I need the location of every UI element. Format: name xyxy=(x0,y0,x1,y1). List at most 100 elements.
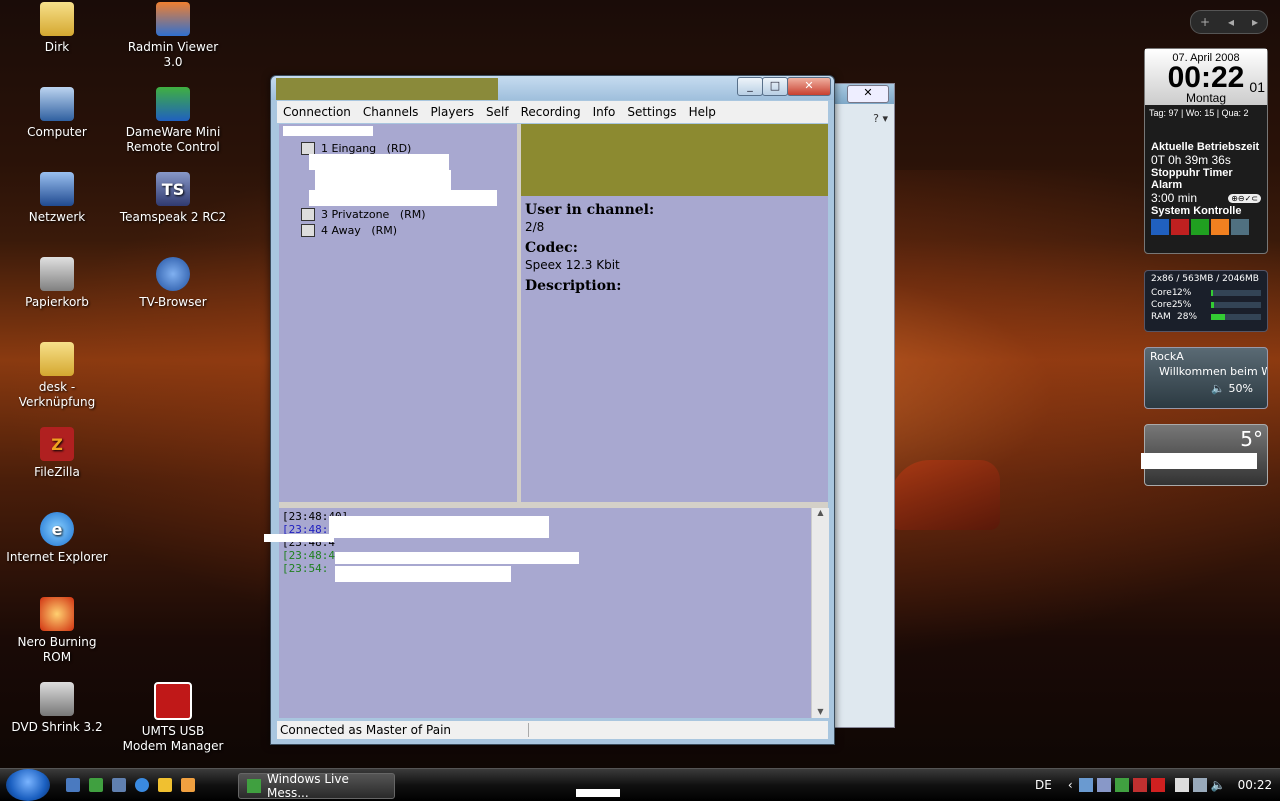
tv-browser-icon xyxy=(156,257,190,291)
desktop-icon-desk[interactable]: desk - Verknüpfung xyxy=(2,342,112,410)
desktop-icon-teamspeak[interactable]: TS Teamspeak 2 RC2 xyxy=(118,172,228,225)
desktop-icon-label: Computer xyxy=(27,125,87,139)
channel-name: 3 Privatzone xyxy=(321,208,390,221)
lock-icon[interactable] xyxy=(1211,219,1229,235)
chevron-left-icon[interactable]: ◂ xyxy=(1228,15,1234,29)
internet-explorer-icon[interactable] xyxy=(135,778,149,792)
messenger-icon[interactable] xyxy=(89,778,103,792)
scroll-down-icon[interactable]: ▼ xyxy=(812,707,829,716)
safely-remove-icon[interactable] xyxy=(1174,778,1189,792)
switch-windows-icon[interactable] xyxy=(112,778,126,792)
menu-connection[interactable]: Connection xyxy=(277,105,357,119)
messenger-tray-icon[interactable] xyxy=(1114,778,1129,792)
taskbar-messenger-button[interactable]: Windows Live Mess... xyxy=(238,772,395,800)
menu-recording[interactable]: Recording xyxy=(515,105,587,119)
dameware-icon xyxy=(156,87,190,121)
uptime-value: 0T 0h 39m 36s xyxy=(1151,153,1231,167)
desktop-icon-dvd-shrink[interactable]: DVD Shrink 3.2 xyxy=(2,682,112,735)
cpu-row: Core1 2% xyxy=(1145,287,1267,299)
desktop-icon-nero[interactable]: Nero Burning ROM xyxy=(2,597,112,665)
menu-help[interactable]: Help xyxy=(683,105,722,119)
shutdown-icon[interactable] xyxy=(1171,219,1189,235)
desktop-icon-label: desk - Verknüpfung xyxy=(18,380,96,409)
volume-icon[interactable]: 🔈 xyxy=(1211,778,1226,792)
start-button[interactable] xyxy=(6,769,50,801)
clock-gadget: 07. April 2008 00:22 01 Montag Tag: 97 |… xyxy=(1144,48,1268,254)
desktop-icon-label: Teamspeak 2 RC2 xyxy=(119,210,227,224)
cpu-usage-bar xyxy=(1211,290,1261,296)
connection-status: Connected as Master of Pain xyxy=(277,723,529,737)
wallpaper-car xyxy=(890,460,1000,530)
folder-icon xyxy=(40,2,74,36)
media-player-icon[interactable] xyxy=(158,778,172,792)
sidebar-controls: + ◂ ▸ xyxy=(1190,10,1268,34)
menu-self[interactable]: Self xyxy=(480,105,515,119)
chat-log[interactable]: [23:48:40] [23:48:40] [23:48:4 [23:48:4 … xyxy=(264,508,811,718)
desktop-icon-dirk[interactable]: Dirk xyxy=(2,2,112,55)
desktop-icon-label: Papierkorb xyxy=(25,295,89,309)
desktop-icon-filezilla[interactable]: Z FileZilla xyxy=(2,427,112,480)
chevron-left-icon[interactable]: ‹ xyxy=(1068,778,1073,792)
desktop-icon-umts[interactable]: UMTS USB Modem Manager xyxy=(118,682,228,754)
close-button[interactable]: ✕ xyxy=(787,77,831,96)
timer-controls[interactable]: ⊕⊖✓⊂ xyxy=(1228,193,1261,203)
desktop-icon-internet-explorer[interactable]: e Internet Explorer xyxy=(2,512,112,565)
settings-icon[interactable] xyxy=(1231,219,1249,235)
dvd-shrink-icon xyxy=(40,682,74,716)
maximize-button[interactable]: □ xyxy=(762,77,788,96)
antivirus-tray-icon[interactable] xyxy=(1150,778,1165,792)
clock-face: 07. April 2008 00:22 01 Montag xyxy=(1145,49,1267,105)
restart-icon[interactable] xyxy=(1191,219,1209,235)
network-tray-icon[interactable] xyxy=(1078,778,1093,792)
messenger-icon xyxy=(247,779,261,793)
weather-temperature: 5° xyxy=(1240,427,1263,451)
uptime-label: Aktuelle Betriebszeit xyxy=(1151,141,1260,153)
nero-icon xyxy=(40,597,74,631)
desktop-icon-dameware[interactable]: DameWare Mini Remote Control xyxy=(118,87,228,155)
language-indicator[interactable]: DE xyxy=(1035,778,1052,792)
close-icon[interactable]: ✕ xyxy=(847,85,889,103)
taskbar-button-label: Windows Live Mess... xyxy=(266,772,349,800)
desktop-icon-tv-browser[interactable]: TV-Browser xyxy=(118,257,228,310)
radmin-icon xyxy=(156,2,190,36)
radio-volume[interactable]: 🔈 50% xyxy=(1145,378,1267,395)
system-tray: DE ‹ 🔈 00:22 xyxy=(1035,769,1272,801)
scroll-up-icon[interactable]: ▲ xyxy=(812,508,829,517)
menu-settings[interactable]: Settings xyxy=(621,105,682,119)
desktop-icon-radmin[interactable]: Radmin Viewer 3.0 xyxy=(118,2,228,70)
taskbar-clock[interactable]: 00:22 xyxy=(1238,778,1273,792)
show-desktop-icon[interactable] xyxy=(66,778,80,792)
ati-tray-icon[interactable] xyxy=(1132,778,1147,792)
cpu-row-name: RAM xyxy=(1151,312,1171,322)
cpu-usage-fill xyxy=(1211,302,1214,308)
desktop-icon-papierkorb[interactable]: Papierkorb xyxy=(2,257,112,310)
background-window: ✕ ? ▾ xyxy=(825,83,895,728)
power-icon[interactable] xyxy=(1151,219,1169,235)
mail-icon[interactable] xyxy=(181,778,195,792)
radio-text: Willkommen beim W xyxy=(1159,365,1267,378)
umts-modem-icon xyxy=(154,682,192,720)
channel-info-panel: User in channel: 2/8 Codec: Speex 12.3 K… xyxy=(521,124,828,502)
channel-item[interactable]: 3 Privatzone (RM) xyxy=(301,208,426,221)
cpu-row-value: 28% xyxy=(1177,312,1198,322)
desktop-icon-label: Internet Explorer xyxy=(6,550,108,564)
desktop-icon-label: Radmin Viewer 3.0 xyxy=(127,40,219,69)
chat-scrollbar[interactable]: ▲ ▼ xyxy=(811,508,829,718)
menu-channels[interactable]: Channels xyxy=(357,105,425,119)
channel-item[interactable]: 4 Away (RM) xyxy=(301,224,397,237)
cpu-usage-bar xyxy=(1211,302,1261,308)
minimize-button[interactable]: _ xyxy=(737,77,763,96)
chat-timestamp: [23:48:4 xyxy=(282,549,335,562)
add-gadget-icon[interactable]: + xyxy=(1200,15,1210,29)
help-menu[interactable]: ? ▾ xyxy=(873,112,888,125)
desktop-icon-netzwerk[interactable]: Netzwerk xyxy=(2,172,112,225)
menu-players[interactable]: Players xyxy=(424,105,480,119)
desktop-icon-label: UMTS USB Modem Manager xyxy=(122,724,224,753)
chevron-right-icon[interactable]: ▸ xyxy=(1252,15,1258,29)
cpu-row-value: 5% xyxy=(1177,300,1192,310)
menu-info[interactable]: Info xyxy=(587,105,622,119)
desktop-icon-computer[interactable]: Computer xyxy=(2,87,112,140)
teamspeak-tray-icon[interactable] xyxy=(1096,778,1111,792)
network-status-icon[interactable] xyxy=(1192,778,1207,792)
channel-tree[interactable]: 1 Eingang (RD) 3 Privatzone (RM) 4 Away … xyxy=(279,124,517,502)
